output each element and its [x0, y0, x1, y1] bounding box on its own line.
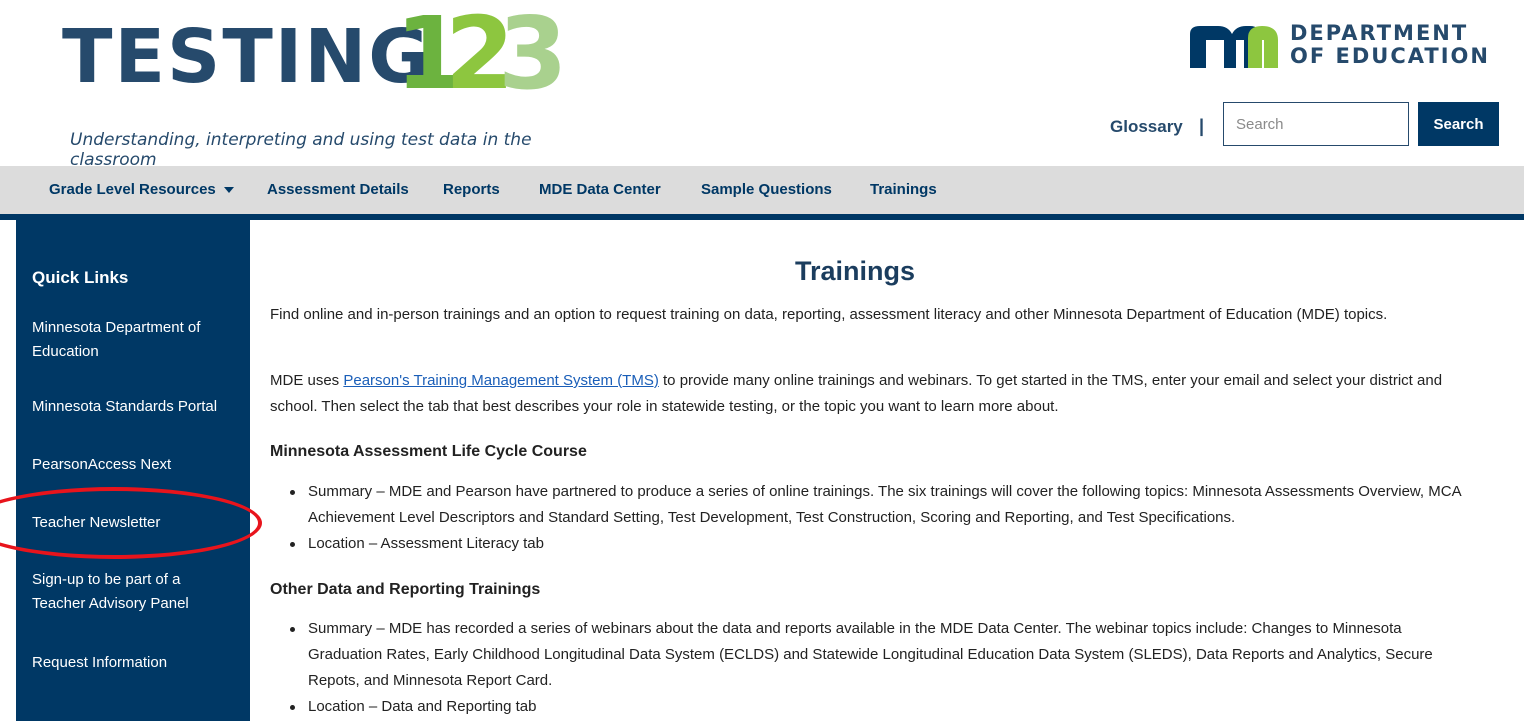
list-item: Location – Data and Reporting tab	[270, 694, 1470, 720]
nav-grade-level-resources[interactable]: Grade Level Resources	[49, 166, 234, 214]
list-item: Location – Assessment Literacy tab	[270, 531, 1470, 557]
glossary-link[interactable]: Glossary	[1110, 117, 1183, 137]
section-heading-data-reporting: Other Data and Reporting Trainings	[270, 581, 541, 598]
logo-tagline: Understanding, interpreting and using te…	[70, 130, 532, 170]
logo-word: TESTING	[62, 14, 432, 100]
nav-trainings[interactable]: Trainings	[870, 166, 937, 214]
mde-logo-line2: OF EDUCATION	[1290, 44, 1490, 68]
testing-123-logo[interactable]: TESTING 1 2 3 Understanding, interpretin…	[40, 4, 600, 171]
tms-link[interactable]: Pearson's Training Management System (TM…	[343, 372, 658, 389]
header-separator: |	[1199, 116, 1205, 136]
mde-logo-line1: DEPARTMENT	[1290, 21, 1469, 45]
sidebar-item-pearsonaccess-next[interactable]: PearsonAccess Next	[32, 453, 237, 477]
sidebar-item-request-information[interactable]: Request Information	[32, 651, 237, 675]
tms-text-before: MDE uses	[270, 372, 344, 389]
caret-down-icon	[223, 187, 234, 194]
section-heading-life-cycle: Minnesota Assessment Life Cycle Course	[270, 443, 587, 460]
search-button[interactable]: Search	[1418, 102, 1499, 146]
quick-links-sidebar: Quick Links Minnesota Department of Educ…	[16, 220, 250, 721]
nav-label: Grade Level Resources	[49, 181, 216, 198]
mn-logo-icon	[1190, 26, 1278, 68]
nav-sample-questions[interactable]: Sample Questions	[701, 166, 832, 214]
mde-logo-text: DEPARTMENT OF EDUCATION	[1290, 22, 1490, 68]
main-nav: Grade Level Resources Assessment Details…	[0, 166, 1524, 214]
sidebar-item-teacher-advisory-panel[interactable]: Sign-up to be part of a Teacher Advisory…	[32, 568, 237, 616]
mde-logo[interactable]: DEPARTMENT OF EDUCATION	[1188, 18, 1508, 78]
sidebar-item-teacher-newsletter[interactable]: Teacher Newsletter	[32, 511, 237, 535]
data-reporting-bullets: Summary – MDE has recorded a series of w…	[270, 616, 1470, 720]
quick-links-title: Quick Links	[32, 268, 129, 287]
sidebar-item-standards-portal[interactable]: Minnesota Standards Portal	[32, 395, 237, 419]
list-item: Summary – MDE has recorded a series of w…	[270, 616, 1470, 694]
logo-digit-3: 3	[498, 0, 568, 112]
list-item: Summary – MDE and Pearson have partnered…	[270, 479, 1470, 531]
sidebar-item-mde[interactable]: Minnesota Department of Education	[32, 316, 237, 364]
tms-paragraph: MDE uses Pearson's Training Management S…	[270, 368, 1470, 420]
page-title: Trainings	[794, 256, 916, 286]
nav-assessment-details[interactable]: Assessment Details	[267, 166, 409, 214]
search-input[interactable]	[1223, 102, 1409, 146]
nav-mde-data-center[interactable]: MDE Data Center	[539, 166, 661, 214]
intro-paragraph: Find online and in-person trainings and …	[270, 306, 1388, 323]
nav-reports[interactable]: Reports	[443, 166, 500, 214]
life-cycle-bullets: Summary – MDE and Pearson have partnered…	[270, 479, 1470, 557]
